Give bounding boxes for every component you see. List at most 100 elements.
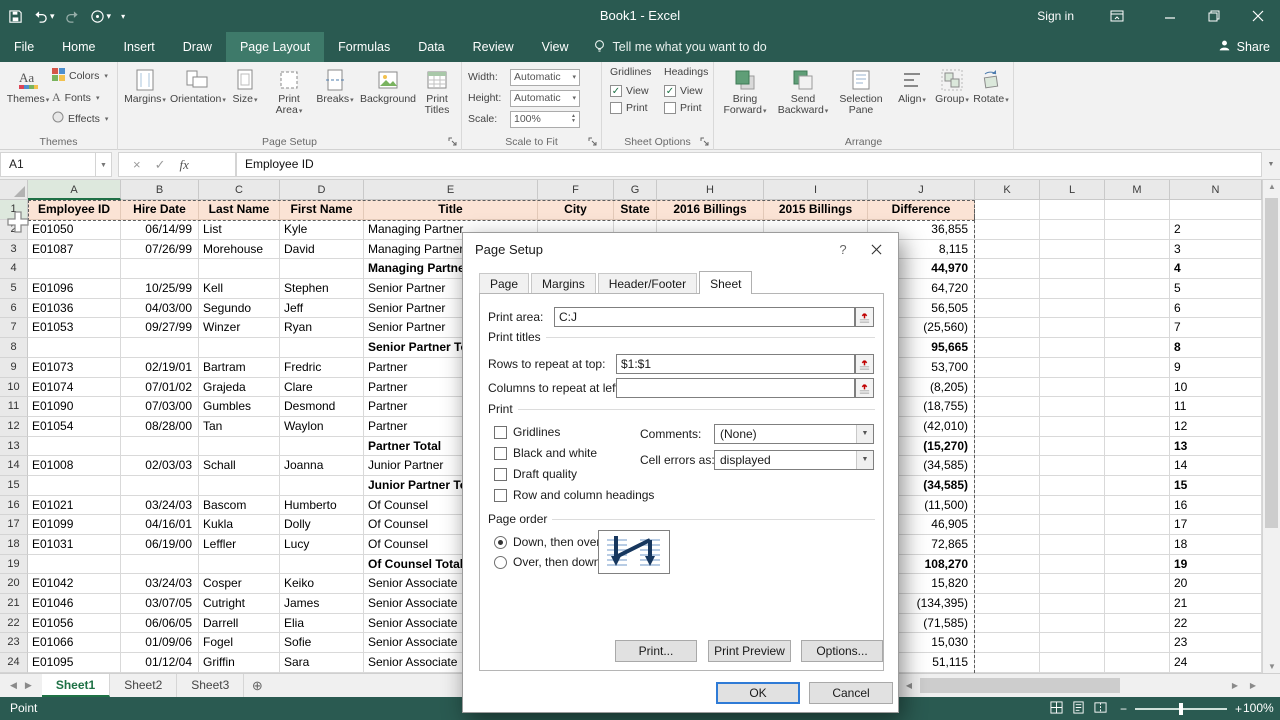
insert-function-icon[interactable]: fx	[180, 157, 189, 173]
align-button[interactable]: Align▾	[892, 64, 932, 130]
horizontal-scrollbar[interactable]: ◀ ▶ ▶	[900, 674, 1262, 697]
cell-K15[interactable]	[975, 475, 1040, 496]
cell-N1[interactable]	[1170, 200, 1262, 220]
cell-N13[interactable]: 13	[1170, 436, 1262, 457]
zoom-in-icon[interactable]: +	[1235, 702, 1242, 716]
fonts-button[interactable]: A Fonts ▾	[52, 90, 114, 105]
cell-L20[interactable]	[1040, 574, 1105, 595]
column-header-J[interactable]: J	[868, 180, 975, 200]
cell-A2[interactable]: E01050	[28, 220, 121, 240]
cell-N3[interactable]: 3	[1170, 239, 1262, 260]
cell-B13[interactable]	[121, 436, 199, 457]
cell-D3[interactable]: David	[280, 239, 364, 260]
cell-M9[interactable]	[1105, 357, 1170, 378]
cell-A22[interactable]: E01056	[28, 613, 121, 634]
cell-K7[interactable]	[975, 318, 1040, 339]
cell-K5[interactable]	[975, 279, 1040, 299]
checkbox-black-and-white[interactable]: Black and white	[494, 445, 597, 461]
cell-K19[interactable]	[975, 554, 1040, 575]
cell-C14[interactable]: Schall	[199, 456, 280, 476]
headings-print-checkbox[interactable]: Print	[664, 99, 716, 116]
cell-C17[interactable]: Kukla	[199, 515, 280, 535]
checkbox-gridlines[interactable]: Gridlines	[494, 424, 560, 440]
cell-L3[interactable]	[1040, 239, 1105, 260]
dialog-close-button[interactable]	[864, 240, 888, 258]
page-setup-dialog-launcher[interactable]	[447, 136, 459, 148]
cell-K22[interactable]	[975, 613, 1040, 634]
cell-D17[interactable]: Dolly	[280, 515, 364, 535]
cell-M18[interactable]	[1105, 535, 1170, 555]
cell-L24[interactable]	[1040, 653, 1105, 673]
row-header-20[interactable]: 20	[0, 574, 28, 595]
cell-A19[interactable]	[28, 554, 121, 575]
hscroll-right-icon[interactable]: ▶	[1226, 674, 1244, 697]
cell-M19[interactable]	[1105, 554, 1170, 575]
cell-B6[interactable]: 04/03/00	[121, 298, 199, 319]
effects-button[interactable]: Effects ▾	[52, 111, 114, 126]
cell-I1[interactable]: 2015 Billings	[764, 200, 868, 220]
cell-B5[interactable]: 10/25/99	[121, 279, 199, 299]
cell-A15[interactable]	[28, 475, 121, 496]
cell-A16[interactable]: E01021	[28, 495, 121, 516]
cell-A3[interactable]: E01087	[28, 239, 121, 260]
cell-N8[interactable]: 8	[1170, 338, 1262, 358]
column-header-N[interactable]: N	[1170, 180, 1262, 200]
cell-N15[interactable]: 15	[1170, 475, 1262, 496]
radio-down-then-over[interactable]: Down, then over	[494, 534, 600, 550]
cell-D2[interactable]: Kyle	[280, 220, 364, 240]
cell-B24[interactable]: 01/12/04	[121, 653, 199, 673]
zoom-out-icon[interactable]: −	[1120, 702, 1127, 716]
dialog-tab-sheet[interactable]: Sheet	[699, 271, 753, 294]
width-dropdown[interactable]: Automatic ▾	[510, 68, 580, 86]
cell-C5[interactable]: Kell	[199, 279, 280, 299]
cell-C4[interactable]	[199, 259, 280, 280]
row-header-6[interactable]: 6	[0, 298, 28, 319]
cell-C11[interactable]: Gumbles	[199, 397, 280, 417]
cell-D16[interactable]: Humberto	[280, 495, 364, 516]
cell-D6[interactable]: Jeff	[280, 298, 364, 319]
cell-B21[interactable]: 03/07/05	[121, 594, 199, 614]
name-box-dropdown-icon[interactable]: ▼	[96, 152, 112, 177]
headings-view-checkbox[interactable]: ✓ View	[664, 82, 716, 99]
cell-M3[interactable]	[1105, 239, 1170, 260]
row-header-3[interactable]: 3	[0, 239, 28, 260]
row-header-12[interactable]: 12	[0, 416, 28, 437]
row-header-19[interactable]: 19	[0, 554, 28, 575]
cell-A5[interactable]: E01096	[28, 279, 121, 299]
cell-N6[interactable]: 6	[1170, 298, 1262, 319]
cell-L2[interactable]	[1040, 220, 1105, 240]
cell-N20[interactable]: 20	[1170, 574, 1262, 595]
cell-C23[interactable]: Fogel	[199, 633, 280, 654]
cell-D19[interactable]	[280, 554, 364, 575]
dialog-tab-page[interactable]: Page	[479, 273, 530, 294]
row-header-16[interactable]: 16	[0, 495, 28, 516]
cell-C2[interactable]: List	[199, 220, 280, 240]
cell-L14[interactable]	[1040, 456, 1105, 476]
cell-N12[interactable]: 12	[1170, 416, 1262, 437]
print-area-input[interactable]: C:J	[554, 307, 855, 327]
cell-K6[interactable]	[975, 298, 1040, 319]
cell-D22[interactable]: Elia	[280, 613, 364, 634]
row-header-15[interactable]: 15	[0, 475, 28, 496]
cell-M8[interactable]	[1105, 338, 1170, 358]
row-header-24[interactable]: 24	[0, 653, 28, 673]
cell-M15[interactable]	[1105, 475, 1170, 496]
cell-K9[interactable]	[975, 357, 1040, 378]
cell-L22[interactable]	[1040, 613, 1105, 634]
cell-N23[interactable]: 23	[1170, 633, 1262, 654]
scale-spinner[interactable]: 100% ▲ ▼	[510, 110, 580, 128]
cancel-button[interactable]: Cancel	[809, 682, 893, 704]
tab-review[interactable]: Review	[459, 32, 528, 62]
dialog-help-button[interactable]: ?	[834, 242, 852, 257]
column-header-E[interactable]: E	[364, 180, 538, 200]
page-break-view-icon[interactable]	[1094, 701, 1107, 717]
cell-A18[interactable]: E01031	[28, 535, 121, 555]
ok-button[interactable]: OK	[716, 682, 800, 704]
cell-N11[interactable]: 11	[1170, 397, 1262, 417]
cell-M14[interactable]	[1105, 456, 1170, 476]
cell-B22[interactable]: 06/06/05	[121, 613, 199, 634]
rotate-button[interactable]: Rotate▾	[970, 64, 1012, 130]
cell-D15[interactable]	[280, 475, 364, 496]
cell-C19[interactable]	[199, 554, 280, 575]
dialog-tab-header-footer[interactable]: Header/Footer	[597, 273, 698, 294]
